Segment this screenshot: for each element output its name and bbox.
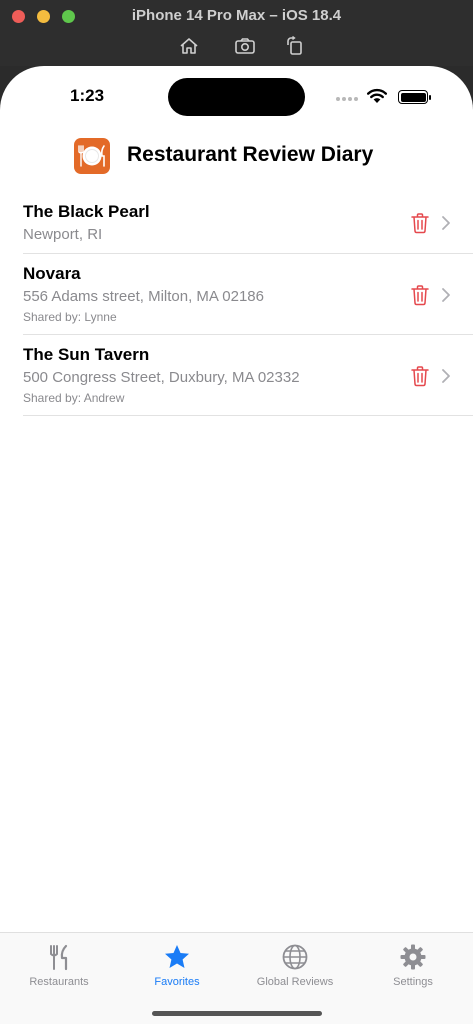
phone-screen: 1:23 Restaurant Review Diary The Black P… (0, 66, 473, 1024)
trash-icon[interactable] (410, 212, 430, 234)
tab-label: Restaurants (29, 976, 89, 988)
tab-global-reviews[interactable]: Global Reviews (236, 933, 354, 993)
status-time: 1:23 (70, 86, 105, 105)
chevron-right-icon (442, 288, 450, 302)
simulator-toolbar (0, 35, 473, 56)
trash-icon[interactable] (410, 365, 430, 387)
restaurant-address: 556 Adams street, Milton, MA 02186 (23, 288, 264, 305)
shared-by-label: Shared by: Lynne (23, 310, 117, 324)
home-indicator (152, 1011, 322, 1016)
globe-icon (282, 944, 308, 970)
screenshot-icon[interactable] (234, 36, 256, 56)
cellular-signal-icon (336, 97, 360, 103)
restaurant-address: 500 Congress Street, Duxbury, MA 02332 (23, 369, 300, 386)
fork-knife-icon (50, 944, 68, 971)
restaurant-list: The Black Pearl Newport, RI Novara 556 A… (0, 192, 473, 416)
home-icon[interactable] (178, 36, 200, 56)
plate-cutlery-icon (74, 138, 110, 174)
wifi-icon (367, 88, 387, 103)
restaurant-address: Newport, RI (23, 226, 103, 243)
app-header: Restaurant Review Diary (0, 138, 473, 174)
restaurant-row[interactable]: Novara 556 Adams street, Milton, MA 0218… (23, 254, 473, 335)
restaurant-name: The Black Pearl (23, 202, 150, 221)
simulator-title-bar: iPhone 14 Pro Max – iOS 18.4 (0, 0, 473, 66)
tab-label: Settings (393, 976, 433, 988)
shared-by-label: Shared by: Andrew (23, 391, 125, 405)
chevron-right-icon (442, 216, 450, 230)
trash-icon[interactable] (410, 284, 430, 306)
page-title: Restaurant Review Diary (127, 143, 374, 166)
gear-icon (400, 944, 426, 970)
chevron-right-icon (442, 369, 450, 383)
battery-icon (398, 90, 428, 104)
star-icon (165, 945, 189, 968)
tab-label: Global Reviews (256, 976, 334, 988)
restaurant-name: Novara (23, 264, 81, 283)
tab-label: Favorites (154, 976, 200, 988)
tab-favorites[interactable]: Favorites (118, 933, 236, 993)
tab-restaurants[interactable]: Restaurants (0, 933, 118, 993)
restaurant-name: The Sun Tavern (23, 345, 150, 364)
simulator-title: iPhone 14 Pro Max – iOS 18.4 (131, 7, 342, 24)
restaurant-row[interactable]: The Sun Tavern 500 Congress Street, Duxb… (23, 335, 473, 416)
dynamic-island (168, 78, 305, 116)
tab-settings[interactable]: Settings (354, 933, 472, 993)
restaurant-row[interactable]: The Black Pearl Newport, RI (23, 192, 473, 254)
rotate-icon[interactable] (284, 35, 306, 56)
